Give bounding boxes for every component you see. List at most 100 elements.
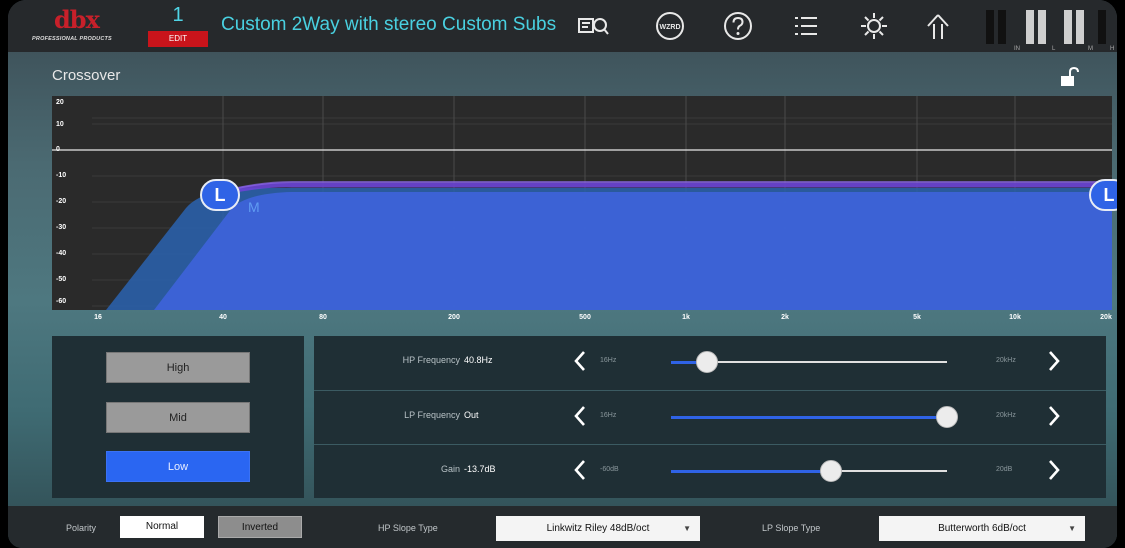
gain-value: -13.7dB	[464, 464, 496, 474]
top-bar: dbx PROFESSIONAL PRODUCTS 1 EDIT Custom …	[8, 0, 1117, 52]
lp-max-label: 20kHz	[996, 412, 1016, 419]
app-window: dbx PROFESSIONAL PRODUCTS 1 EDIT Custom …	[8, 0, 1117, 548]
gain-slider-knob[interactable]	[820, 460, 842, 482]
crossover-title: Crossover	[52, 67, 121, 84]
x-tick-10k: 10k	[1009, 314, 1021, 321]
x-tick-80: 80	[319, 314, 327, 321]
hp-slope-type-select[interactable]: Linkwitz Riley 48dB/oct ▼	[496, 516, 700, 541]
meter-in-1	[986, 10, 994, 44]
meter-l-2	[1038, 10, 1046, 44]
wizard-icon[interactable]: WZRD	[652, 10, 688, 42]
home-icon[interactable]	[920, 10, 956, 42]
hp-decrement-icon[interactable]	[572, 350, 588, 372]
x-tick-16: 16	[94, 314, 102, 321]
gain-slider[interactable]	[671, 460, 947, 482]
meter-label-h: H	[1110, 46, 1115, 52]
gain-increment-icon[interactable]	[1046, 459, 1062, 481]
dbx-logo: dbx PROFESSIONAL PRODUCTS	[14, 8, 130, 44]
band-mid-button[interactable]: Mid	[106, 402, 250, 433]
band-high-button[interactable]: High	[106, 352, 250, 383]
lp-slope-type-select[interactable]: Butterworth 6dB/oct ▼	[879, 516, 1085, 541]
hp-max-label: 20kHz	[996, 357, 1016, 364]
lp-decrement-icon[interactable]	[572, 405, 588, 427]
preset-name[interactable]: Custom 2Way with stereo Custom Subs	[221, 14, 556, 36]
gain-row: Gain -13.7dB -60dB 20dB	[314, 444, 1106, 496]
meter-l-1	[1026, 10, 1034, 44]
x-tick-5k: 5k	[913, 314, 921, 321]
x-tick-200: 200	[448, 314, 460, 321]
meter-h-1	[1098, 10, 1106, 44]
hp-slope-type-label: HP Slope Type	[378, 523, 438, 533]
y-tick-minus50: -50	[56, 276, 67, 283]
hp-min-label: 16Hz	[600, 357, 617, 364]
lp-slider-fill	[671, 415, 947, 419]
hp-frequency-label: HP Frequency	[402, 355, 460, 365]
menu-icon[interactable]	[788, 10, 824, 42]
y-tick-minus20: -20	[56, 198, 67, 205]
preset-number: 1	[172, 4, 184, 26]
chevron-down-icon: ▼	[683, 524, 691, 533]
wizard-text: WZRD	[660, 24, 681, 31]
gain-label: Gain	[440, 464, 460, 474]
lp-frequency-label: LP Frequency	[404, 410, 460, 420]
hp-frequency-slider[interactable]	[671, 351, 947, 373]
lp-frequency-row: LP Frequency Out 16Hz 20kHz	[314, 390, 1106, 442]
hp-frequency-row: HP Frequency 40.8Hz 16Hz 20kHz	[314, 336, 1106, 388]
x-tick-2k: 2k	[781, 314, 789, 321]
x-tick-40: 40	[219, 314, 227, 321]
gain-max-label: 20dB	[996, 466, 1013, 473]
lp-slope-type-label: LP Slope Type	[762, 523, 821, 533]
parameter-panel: HP Frequency 40.8Hz 16Hz 20kHz LP Freque…	[314, 336, 1106, 498]
y-tick-minus30: -30	[56, 224, 67, 231]
settings-icon[interactable]	[856, 10, 892, 42]
crossover-graph[interactable]: M 20 10 0 -10 -20 -30 -40 -50 -60 16 40 …	[52, 96, 1117, 328]
meter-label-in: IN	[1014, 46, 1020, 52]
meter-m-2	[1076, 10, 1084, 44]
eq-view-icon[interactable]	[576, 10, 612, 42]
logo-brand: dbx	[54, 5, 100, 34]
polarity-normal-button[interactable]: Normal	[120, 516, 204, 538]
lp-frequency-value: Out	[464, 410, 479, 420]
band-low-button[interactable]: Low	[106, 451, 250, 482]
crossover-graph-canvas[interactable]: M	[52, 96, 1112, 328]
level-meters: IN L M H	[980, 10, 1117, 54]
polarity-label: Polarity	[66, 523, 97, 533]
meter-m-1	[1064, 10, 1072, 44]
lp-slider-knob[interactable]	[936, 406, 958, 428]
meter-in-2	[998, 10, 1006, 44]
hp-handle[interactable]: L	[200, 179, 240, 211]
meter-label-l: L	[1052, 46, 1056, 52]
y-tick-20: 20	[56, 99, 64, 106]
hp-slider-knob[interactable]	[696, 351, 718, 373]
hp-slope-type-value: Linkwitz Riley 48dB/oct	[546, 523, 650, 534]
gain-min-label: -60dB	[600, 466, 619, 473]
hp-frequency-value: 40.8Hz	[464, 355, 493, 365]
chevron-down-icon: ▼	[1068, 524, 1076, 533]
response-fill	[154, 192, 1112, 310]
y-tick-minus60: -60	[56, 298, 67, 305]
unlock-icon[interactable]	[1058, 66, 1082, 88]
gain-decrement-icon[interactable]	[572, 459, 588, 481]
logo-subtitle: PROFESSIONAL PRODUCTS	[32, 36, 112, 42]
help-icon[interactable]	[720, 10, 756, 42]
polarity-inverted-button[interactable]: Inverted	[218, 516, 302, 538]
x-tick-20k: 20k	[1100, 314, 1112, 321]
y-tick-0: 0	[56, 146, 60, 153]
lp-handle[interactable]: L	[1089, 179, 1117, 211]
meter-label-m: M	[1088, 46, 1093, 52]
edit-button[interactable]: EDIT	[148, 31, 208, 47]
gain-slider-fill	[671, 469, 831, 473]
x-tick-1k: 1k	[682, 314, 690, 321]
lp-min-label: 16Hz	[600, 412, 617, 419]
band-select-panel: High Mid Low	[52, 336, 304, 498]
y-tick-10: 10	[56, 121, 64, 128]
y-tick-minus10: -10	[56, 172, 67, 179]
lp-frequency-slider[interactable]	[671, 406, 958, 428]
x-tick-500: 500	[579, 314, 591, 321]
y-tick-minus40: -40	[56, 250, 67, 257]
lp-slope-type-value: Butterworth 6dB/oct	[938, 523, 1026, 534]
hp-increment-icon[interactable]	[1046, 350, 1062, 372]
band-marker: M	[248, 199, 260, 215]
bottom-bar: Polarity Normal Inverted HP Slope Type L…	[8, 506, 1117, 548]
lp-increment-icon[interactable]	[1046, 405, 1062, 427]
